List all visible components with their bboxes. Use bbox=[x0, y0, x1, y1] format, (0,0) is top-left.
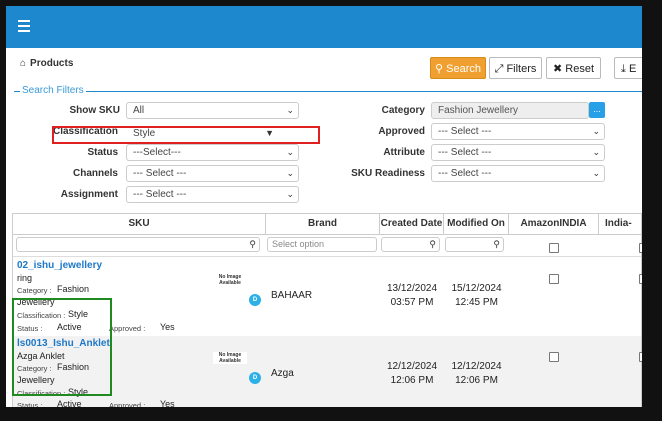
product-name: ring bbox=[17, 273, 33, 283]
column-header-sku[interactable]: SKU bbox=[13, 214, 266, 234]
channels-label: Channels bbox=[72, 168, 118, 179]
filters-button[interactable]: ⤢ Filters bbox=[489, 57, 542, 79]
approved-key: Approved : bbox=[109, 401, 146, 410]
sku-details-highlight-box bbox=[12, 298, 112, 396]
search-filters-legend: Search Filters bbox=[20, 85, 86, 96]
breadcrumb: ⌂ Products bbox=[20, 58, 73, 69]
product-thumbnail-placeholder: No Image Available bbox=[218, 274, 242, 286]
status-value: Active bbox=[57, 399, 82, 409]
created-time-cell: 12:06 PM bbox=[390, 375, 434, 386]
created-time-cell: 03:57 PM bbox=[390, 297, 434, 308]
export-button-label: E bbox=[628, 63, 637, 75]
expand-icon: ⤢ bbox=[494, 63, 504, 75]
status-badge: D bbox=[249, 294, 261, 306]
filters-button-label: Filters bbox=[506, 63, 537, 75]
brand-cell: BAHAAR bbox=[271, 290, 313, 301]
brand-cell: Azga bbox=[271, 368, 294, 379]
chevron-down-icon: ⌄ bbox=[592, 168, 600, 178]
category-value: Fashion bbox=[57, 284, 90, 294]
chevron-down-icon: ⌄ bbox=[286, 189, 294, 199]
amazon-india-select-all-checkbox[interactable] bbox=[549, 243, 559, 253]
modified-on-filter-input[interactable]: ⚲ bbox=[445, 237, 504, 252]
category-value: Fashion Jewellery bbox=[438, 105, 519, 116]
category-field: Fashion Jewellery bbox=[431, 102, 589, 119]
amazon-india-checkbox[interactable] bbox=[549, 274, 559, 284]
sku-filter-input[interactable]: ⚲ bbox=[16, 237, 260, 252]
download-icon: ⤓ bbox=[621, 63, 626, 75]
approved-value: Yes bbox=[160, 322, 175, 332]
column-header-modified-on[interactable]: Modified On bbox=[444, 214, 509, 234]
attribute-label: Attribute bbox=[383, 147, 425, 158]
show-sku-value: All bbox=[133, 105, 145, 116]
top-navbar bbox=[6, 6, 642, 48]
amazon-india-checkbox[interactable] bbox=[549, 352, 559, 362]
status-key: Status : bbox=[17, 401, 43, 410]
chevron-down-icon: ⌄ bbox=[286, 168, 294, 178]
assignment-value: --- Select --- bbox=[133, 189, 187, 200]
approved-label: Approved bbox=[378, 126, 425, 137]
search-icon: ⚲ bbox=[249, 239, 256, 249]
breadcrumb-label: Products bbox=[30, 58, 74, 69]
modified-date-cell: 12/12/2024 bbox=[451, 361, 502, 372]
brand-filter-placeholder: Select option bbox=[272, 239, 325, 249]
attribute-value: --- Select --- bbox=[438, 147, 492, 158]
search-button[interactable]: ⚲ Search bbox=[430, 57, 486, 79]
reset-button[interactable]: ✖ Reset bbox=[546, 57, 601, 79]
created-date-cell: 13/12/2024 bbox=[386, 283, 438, 294]
approved-value: --- Select --- bbox=[438, 126, 492, 137]
chevron-down-icon: ⌄ bbox=[592, 126, 600, 136]
india-checkbox[interactable] bbox=[639, 352, 649, 362]
export-button[interactable]: ⤓ E bbox=[614, 57, 654, 79]
category-picker-button[interactable]: ... bbox=[589, 102, 605, 118]
show-sku-select[interactable]: All ⌄ bbox=[126, 102, 299, 119]
category-label: Category bbox=[381, 105, 425, 116]
brand-filter-select[interactable]: Select option bbox=[267, 237, 377, 252]
attribute-select[interactable]: --- Select --- ⌄ bbox=[431, 144, 605, 161]
status-label: Status bbox=[87, 147, 118, 158]
approved-select[interactable]: --- Select --- ⌄ bbox=[431, 123, 605, 140]
assignment-label: Assignment bbox=[60, 189, 118, 200]
sku-readiness-select[interactable]: --- Select --- ⌄ bbox=[431, 165, 605, 182]
column-header-created-date[interactable]: Created Date bbox=[380, 214, 444, 234]
sku-readiness-label: SKU Readiness bbox=[351, 168, 425, 179]
india-select-all-checkbox[interactable] bbox=[639, 243, 649, 253]
hamburger-icon[interactable] bbox=[18, 20, 30, 32]
search-icon: ⚲ bbox=[435, 63, 444, 75]
filters-divider bbox=[14, 91, 642, 92]
search-icon: ⚲ bbox=[493, 239, 500, 249]
channels-value: --- Select --- bbox=[133, 168, 187, 179]
assignment-select[interactable]: --- Select --- ⌄ bbox=[126, 186, 299, 203]
sku-link[interactable]: 02_ishu_jewellery bbox=[17, 260, 102, 271]
column-header-india[interactable]: India- bbox=[599, 214, 641, 234]
show-sku-label: Show SKU bbox=[69, 105, 120, 116]
modified-time-cell: 12:06 PM bbox=[455, 375, 498, 386]
classification-highlight-box bbox=[52, 126, 320, 144]
chevron-down-icon: ⌄ bbox=[592, 147, 600, 157]
status-value: ---Select--- bbox=[133, 147, 181, 158]
approved-key: Approved : bbox=[109, 324, 146, 333]
column-header-brand[interactable]: Brand bbox=[266, 214, 380, 234]
search-icon: ⚲ bbox=[429, 239, 436, 249]
category-key: Category : bbox=[17, 286, 52, 295]
created-date-cell: 12/12/2024 bbox=[386, 361, 438, 372]
search-button-label: Search bbox=[446, 63, 481, 75]
modified-date-cell: 15/12/2024 bbox=[451, 283, 502, 294]
sku-readiness-value: --- Select --- bbox=[438, 168, 492, 179]
chevron-down-icon: ⌄ bbox=[286, 105, 294, 115]
status-badge: D bbox=[249, 372, 261, 384]
created-date-filter-input[interactable]: ⚲ bbox=[381, 237, 440, 252]
home-icon: ⌂ bbox=[20, 58, 27, 69]
approved-value: Yes bbox=[160, 399, 175, 409]
close-icon: ✖ bbox=[552, 63, 563, 75]
chevron-down-icon: ⌄ bbox=[286, 147, 294, 157]
india-checkbox[interactable] bbox=[639, 274, 649, 284]
modified-time-cell: 12:45 PM bbox=[455, 297, 498, 308]
product-thumbnail-placeholder: No Image Available bbox=[213, 352, 247, 364]
status-select[interactable]: ---Select--- ⌄ bbox=[126, 144, 299, 161]
channels-select[interactable]: --- Select --- ⌄ bbox=[126, 165, 299, 182]
reset-button-label: Reset bbox=[565, 63, 595, 75]
column-header-amazon-india[interactable]: AmazonINDIA bbox=[509, 214, 599, 234]
